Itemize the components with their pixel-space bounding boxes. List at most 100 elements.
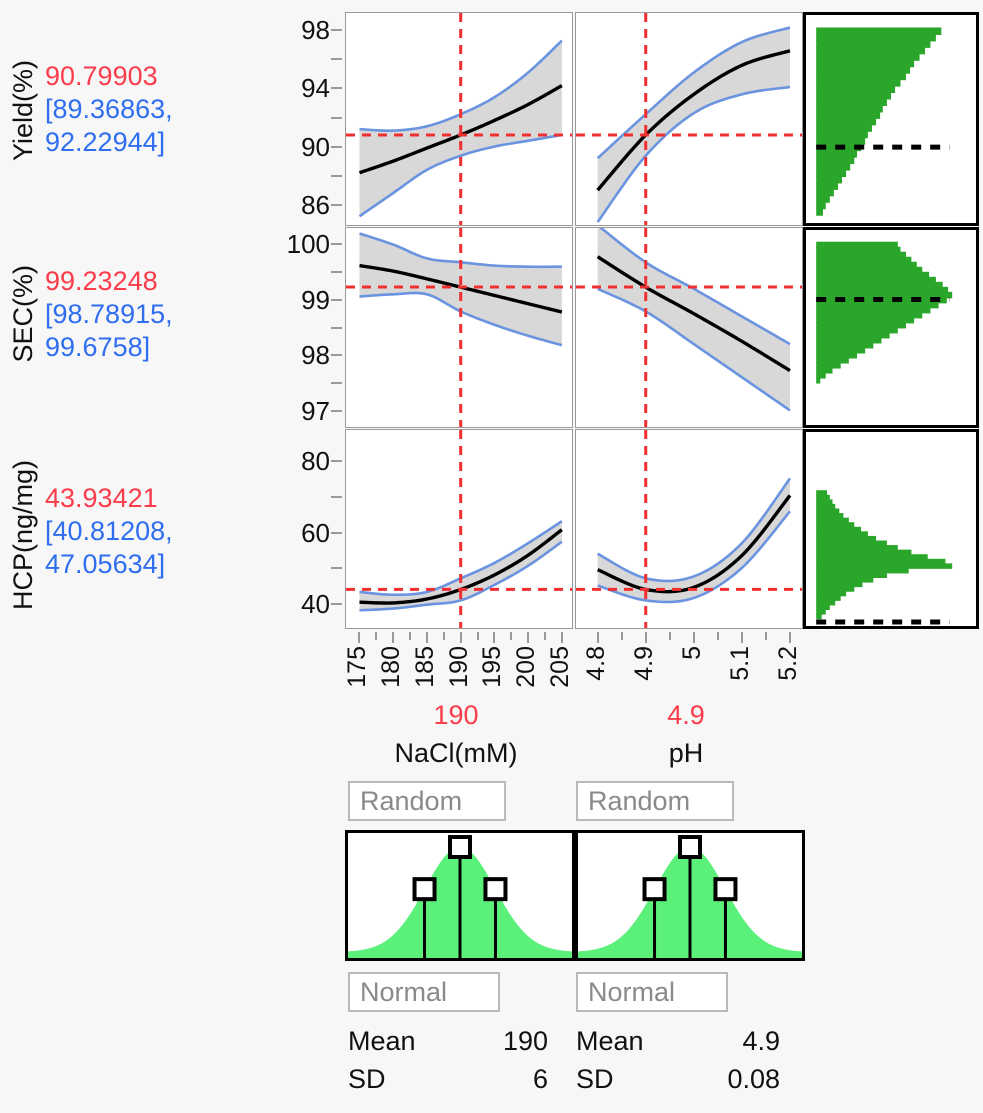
y-tick-minor — [331, 175, 342, 178]
response-row-label-hcp: HCP(ng/mg) 43.93421 [40.81208, 47.05634] — [8, 460, 173, 611]
histogram-bars — [816, 27, 950, 216]
y-tick-label: 100 — [286, 228, 330, 259]
factor-value-nacl[interactable]: 190 — [345, 700, 567, 731]
x-tick-label: 190 — [444, 646, 473, 688]
x-tick-minor — [375, 632, 378, 640]
x-axis-ph: 4.8 4.9 5 5.1 5.2 — [575, 632, 803, 692]
x-tick-major — [596, 632, 599, 643]
profiler-panel[interactable] — [575, 429, 803, 629]
simulation-histogram[interactable] — [803, 12, 979, 226]
y-axis-sec: 100 99 98 97 — [276, 227, 342, 428]
y-tick-label: 97 — [301, 396, 330, 427]
profiler-panel[interactable] — [345, 227, 573, 428]
distribution-handle[interactable] — [713, 877, 738, 902]
factor-name-nacl: NaCl(mM) — [394, 738, 518, 768]
stat-value-mean-nacl[interactable]: 190 — [503, 1026, 548, 1057]
x-tick-minor — [544, 632, 546, 640]
profiler-panel[interactable] — [575, 12, 803, 226]
x-tick-label: 180 — [377, 646, 406, 688]
prediction-block-hcp: 43.93421 [40.81208, 47.05634] — [45, 482, 173, 581]
x-tick-major — [425, 632, 428, 643]
y-tick-minor — [331, 567, 342, 570]
x-tick-minor — [442, 632, 445, 640]
x-tick-major — [560, 632, 563, 643]
factor-value-ph[interactable]: 4.9 — [572, 700, 800, 731]
prediction-block-sec: 99.23248 [98.78915, 99.6758] — [45, 265, 173, 364]
x-tick-label: 175 — [343, 646, 372, 688]
y-tick-major — [331, 204, 342, 207]
normal-distribution-curve — [578, 835, 802, 958]
stat-label-mean-nacl: Mean — [348, 1026, 416, 1056]
x-tick-label: 4.9 — [629, 646, 658, 681]
confidence-interval-lower-yield: [89.36863, — [45, 93, 173, 124]
distribution-handle[interactable] — [642, 877, 667, 902]
predicted-value-sec[interactable]: 99.23248 — [45, 266, 158, 296]
stat-value-sd-ph[interactable]: 0.08 — [727, 1064, 780, 1095]
y-tick-label: 40 — [301, 589, 330, 619]
y-tick-major — [331, 87, 342, 90]
profiler-curve — [346, 430, 572, 628]
y-tick-minor — [331, 270, 342, 273]
normal-distribution-curve — [348, 835, 572, 958]
distribution-editor-nacl[interactable] — [345, 830, 575, 961]
predicted-value-yield[interactable]: 90.79903 — [45, 61, 158, 91]
distribution-handle[interactable] — [678, 835, 702, 859]
y-tick-minor — [331, 382, 342, 385]
x-axis-nacl: 175 180 185 190 195 200 205 — [343, 632, 574, 692]
distribution-editor-ph[interactable] — [575, 830, 805, 961]
y-tick-minor — [331, 495, 342, 498]
y-tick-minor — [331, 116, 342, 119]
x-tick-major — [692, 632, 695, 643]
distribution-handle[interactable] — [448, 835, 472, 859]
x-tick-minor — [476, 632, 479, 640]
stat-value-mean-ph[interactable]: 4.9 — [742, 1026, 780, 1057]
y-tick-minor — [331, 326, 342, 329]
y-tick-major — [331, 145, 342, 148]
x-tick-label: 5 — [677, 646, 706, 660]
x-tick-label: 185 — [410, 646, 439, 688]
confidence-interval-lower-sec: [98.78915, — [45, 298, 173, 329]
stat-label-sd-ph: SD — [576, 1064, 614, 1094]
x-tick-major — [644, 632, 647, 643]
predicted-value-hcp[interactable]: 43.93421 — [45, 483, 158, 513]
profiler-curve — [576, 13, 802, 225]
distribution-handle[interactable] — [483, 877, 508, 902]
y-tick-label: 80 — [301, 446, 330, 477]
response-name-hcp: HCP(ng/mg) — [8, 460, 38, 611]
x-tick-label: 5.1 — [725, 646, 754, 681]
profiler-panel[interactable] — [575, 227, 803, 428]
profiler-panel[interactable] — [345, 429, 573, 629]
x-tick-label: 4.8 — [581, 646, 610, 681]
x-tick-minor — [409, 632, 412, 640]
distribution-select-nacl[interactable]: Normal — [348, 972, 500, 1012]
x-tick-label: 5.2 — [773, 646, 802, 681]
profiler-curve — [576, 430, 802, 628]
distribution-handle[interactable] — [412, 877, 437, 902]
profiler-curve — [346, 13, 572, 225]
response-name-sec: SEC(%) — [8, 265, 38, 363]
sampling-select-nacl[interactable]: Random — [348, 781, 506, 821]
stat-value-sd-nacl[interactable]: 6 — [533, 1064, 548, 1095]
histogram-bars — [816, 241, 953, 384]
x-tick-major — [358, 632, 361, 643]
profiler-panel[interactable] — [345, 12, 573, 226]
y-tick-major — [331, 531, 342, 534]
response-row-label-yield: Yield(%) 90.79903 [89.36863, 92.22944] — [8, 60, 173, 161]
simulation-histogram[interactable] — [803, 227, 979, 428]
prediction-block-yield: 90.79903 [89.36863, 92.22944] — [45, 60, 173, 159]
sampling-select-ph[interactable]: Random — [576, 781, 734, 821]
y-tick-major — [331, 410, 342, 413]
x-tick-major — [740, 632, 743, 643]
stat-label-sd-nacl: SD — [348, 1064, 386, 1094]
y-tick-minor — [331, 57, 342, 60]
x-tick-label: 200 — [512, 646, 541, 688]
x-tick-minor — [668, 632, 671, 640]
simulation-histogram[interactable] — [803, 429, 979, 629]
distribution-select-ph[interactable]: Normal — [576, 972, 728, 1012]
y-tick-major — [331, 354, 342, 357]
x-tick-label: 205 — [545, 646, 574, 688]
y-axis-yield: 98 94 90 86 — [276, 12, 342, 226]
x-tick-minor — [510, 632, 513, 640]
y-tick-major — [331, 28, 342, 31]
y-tick-label: 94 — [301, 73, 330, 104]
